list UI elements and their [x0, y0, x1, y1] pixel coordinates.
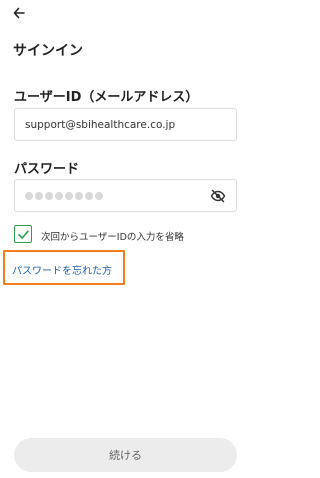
password-label: パスワード [14, 162, 80, 177]
password-dot [65, 191, 73, 200]
user-id-value: support@sbihealthcare.co.jp [25, 118, 176, 131]
password-dot [85, 191, 93, 200]
password-dot [25, 191, 33, 200]
password-dot [55, 191, 63, 200]
password-dot [45, 191, 53, 200]
password-dot [95, 191, 103, 200]
password-dot [35, 191, 43, 200]
remember-checkbox[interactable] [14, 225, 32, 243]
continue-button[interactable]: 続ける [14, 438, 237, 472]
password-field[interactable] [14, 179, 237, 212]
back-button[interactable] [10, 5, 28, 21]
check-icon [17, 229, 29, 239]
eye-off-icon[interactable] [210, 188, 226, 204]
user-id-field[interactable]: support@sbihealthcare.co.jp [14, 108, 237, 141]
arrow-left-icon [13, 7, 25, 19]
user-id-label: ユーザーID（メールアドレス） [14, 90, 199, 105]
remember-label: 次回からユーザーIDの入力を省略 [41, 232, 184, 243]
page-title: サインイン [13, 43, 83, 59]
password-mask [25, 191, 103, 200]
forgot-password-link[interactable]: パスワードを忘れた方 [12, 262, 112, 277]
password-dot [75, 191, 83, 200]
